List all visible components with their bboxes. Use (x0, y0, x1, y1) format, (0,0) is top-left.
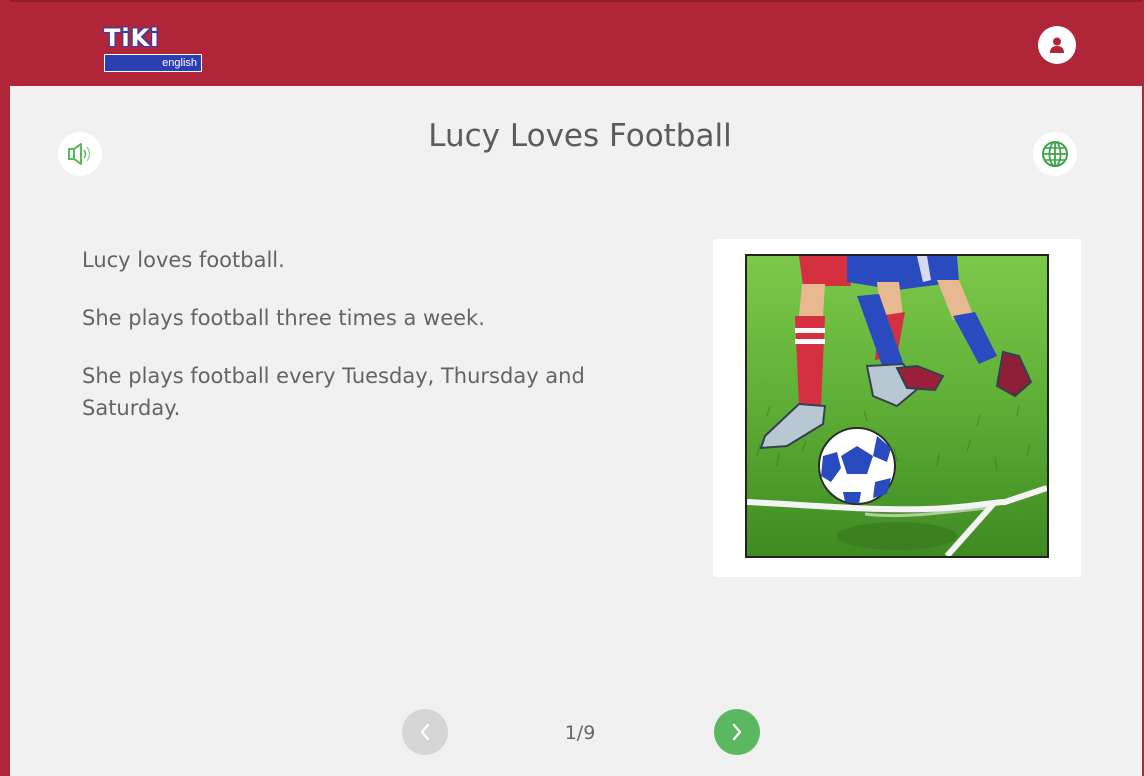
football-scene-image (747, 256, 1047, 556)
next-page-button[interactable] (714, 709, 760, 755)
page-title: Lucy Loves Football (428, 118, 732, 154)
translate-button[interactable] (1033, 132, 1077, 176)
chevron-right-icon (732, 723, 742, 741)
logo-subtitle-bar: english (104, 54, 202, 72)
previous-page-button[interactable] (402, 709, 448, 755)
chevron-left-icon (420, 723, 430, 741)
user-icon (1050, 37, 1064, 53)
play-audio-button[interactable] (58, 132, 102, 176)
tiki-english-logo[interactable]: TiKi english (104, 24, 202, 72)
story-paragraph: She plays football three times a week. (82, 306, 485, 330)
story-paragraph: Lucy loves football. (82, 248, 285, 272)
logo-subtext: english (162, 57, 197, 69)
page-indicator: 1/9 (564, 722, 596, 744)
speaker-icon (68, 143, 91, 165)
football-illustration (745, 254, 1049, 558)
user-menu-button[interactable] (1038, 26, 1076, 64)
frame-left-border (0, 0, 10, 776)
logo-text: TiKi (104, 24, 160, 52)
globe-icon (1042, 141, 1068, 167)
story-text: Lucy loves football. She plays football … (82, 244, 672, 450)
illustration-card (713, 239, 1081, 577)
story-paragraph: She plays football every Tuesday, Thursd… (82, 364, 585, 420)
top-bar: TiKi english (0, 0, 1144, 86)
